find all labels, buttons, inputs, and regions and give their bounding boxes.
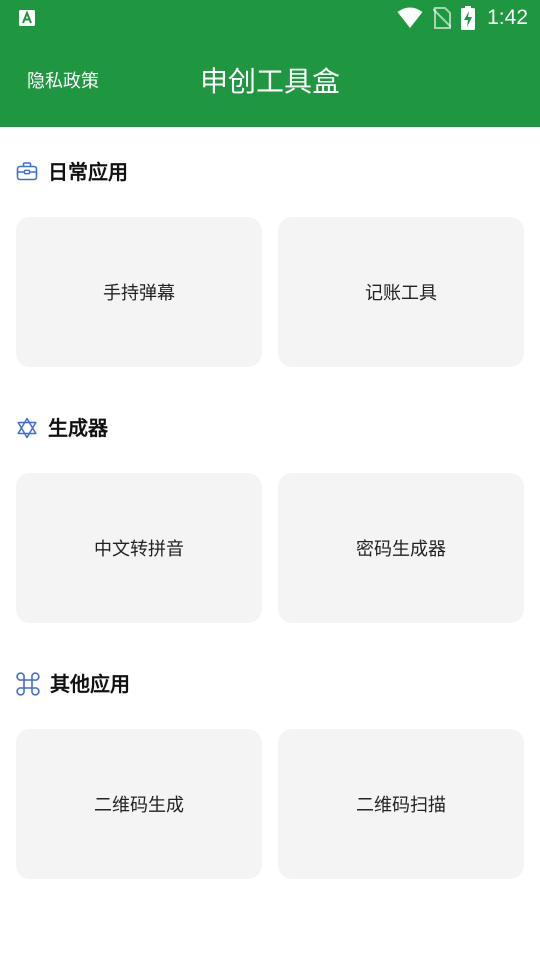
tool-card-handheld-danmaku[interactable]: 手持弹幕 bbox=[16, 217, 262, 367]
command-key-icon bbox=[16, 672, 40, 696]
tool-card-qr-scan[interactable]: 二维码扫描 bbox=[278, 729, 524, 879]
section-header-daily-apps: 日常应用 bbox=[16, 158, 128, 186]
no-sim-icon bbox=[433, 7, 452, 29]
section-title: 其他应用 bbox=[50, 672, 130, 696]
toolbox-icon bbox=[16, 162, 38, 181]
star-of-david-icon bbox=[17, 417, 37, 439]
section-title: 生成器 bbox=[48, 416, 108, 440]
tool-card-password-generator[interactable]: 密码生成器 bbox=[278, 473, 524, 623]
section-header-generators: 生成器 bbox=[16, 414, 108, 442]
app-notification-icon bbox=[19, 10, 35, 26]
app-bar: 1:42 隐私政策 申创工具盒 bbox=[0, 0, 540, 127]
status-bar: 1:42 bbox=[0, 0, 540, 36]
tool-card-qr-generate[interactable]: 二维码生成 bbox=[16, 729, 262, 879]
tool-card-chinese-to-pinyin[interactable]: 中文转拼音 bbox=[16, 473, 262, 623]
section-title: 日常应用 bbox=[48, 160, 128, 184]
page-title: 申创工具盒 bbox=[199, 65, 340, 98]
tool-card-bookkeeping[interactable]: 记账工具 bbox=[278, 217, 524, 367]
section-header-other-apps: 其他应用 bbox=[16, 670, 130, 698]
battery-charging-icon bbox=[461, 6, 476, 30]
status-time: 1:42 bbox=[487, 6, 528, 29]
wifi-icon bbox=[397, 7, 423, 28]
